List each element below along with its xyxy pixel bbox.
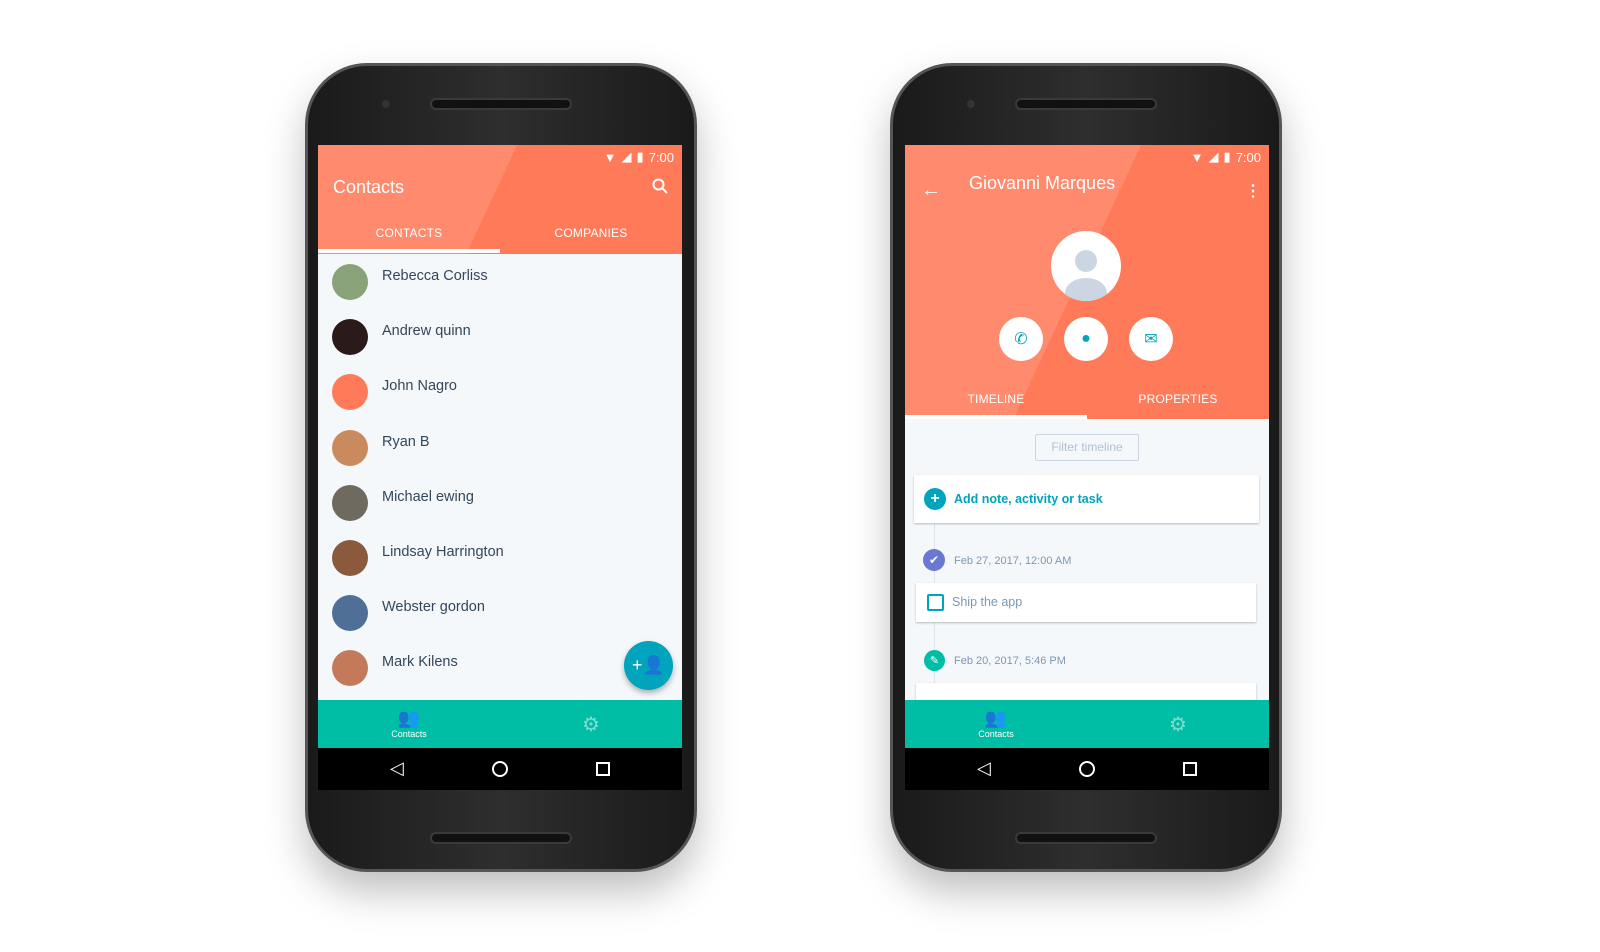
add-person-icon: +👤	[632, 655, 665, 675]
contact-row[interactable]: Andrew quinn	[318, 309, 682, 364]
settings-gears-icon[interactable]: ⚙	[500, 712, 682, 737]
contact-row[interactable]: John Nagro	[318, 364, 682, 419]
avatar	[332, 264, 368, 300]
camera	[382, 100, 390, 108]
task-title: Ship the app	[952, 595, 1023, 609]
timeline-date: Feb 27, 2017, 12:00 AM	[954, 555, 1072, 567]
nav-contacts[interactable]: 👥 Contacts	[318, 708, 500, 739]
bottom-nav: 👥 Contacts ⚙	[318, 700, 682, 748]
people-icon: 👥	[397, 708, 421, 728]
signal-icon: ◢	[1208, 149, 1219, 164]
battery-icon: ▮	[636, 149, 644, 164]
nav-contacts-label: Contacts	[978, 729, 1014, 739]
contact-name: Webster gordon	[382, 599, 485, 616]
speaker	[430, 832, 572, 844]
tab-indicator	[318, 249, 500, 253]
tab-indicator	[905, 415, 1087, 419]
tab-contacts[interactable]: CONTACTS	[318, 226, 500, 240]
speaker	[430, 98, 572, 110]
task-complete-icon: ✔	[923, 549, 945, 571]
wifi-icon: ▼	[1190, 149, 1204, 165]
avatar	[332, 540, 368, 576]
timeline-date: Feb 20, 2017, 5:46 PM	[954, 655, 1066, 667]
camera	[967, 100, 975, 108]
contacts-screen: ▼ ◢ ▮ 7:00 Contacts CONTACTS COMPANIES Rebe…	[318, 145, 682, 790]
contact-row[interactable]: Michael ewing	[318, 475, 682, 530]
tab-companies[interactable]: COMPANIES	[500, 226, 682, 240]
add-contact-fab[interactable]: +👤	[624, 641, 673, 690]
back-arrow-icon[interactable]: ←	[921, 179, 941, 202]
home-icon[interactable]	[492, 761, 508, 777]
contact-row[interactable]: Lindsay Harrington	[318, 530, 682, 585]
back-icon[interactable]: ◁	[390, 758, 404, 779]
chat-bubble-icon: ●	[1081, 330, 1091, 347]
system-nav: ◁	[318, 748, 682, 790]
avatar	[332, 650, 368, 687]
contact-name: Lindsay Harrington	[382, 544, 504, 560]
tab-timeline[interactable]: TIMELINE	[905, 392, 1087, 406]
envelope-icon: ✉	[1144, 331, 1158, 348]
avatar	[332, 374, 368, 411]
contact-name: Ryan B	[382, 433, 430, 450]
home-icon[interactable]	[1079, 761, 1095, 777]
pencil-icon: ✎	[924, 650, 945, 671]
tab-properties[interactable]: PROPERTIES	[1087, 392, 1269, 406]
message-button[interactable]: ●	[1064, 317, 1108, 361]
wifi-icon: ▼	[603, 149, 617, 165]
person-placeholder-icon	[1065, 250, 1107, 301]
contact-name: Andrew quinn	[382, 323, 471, 340]
contact-row[interactable]: Webster gordon	[318, 585, 682, 640]
speaker	[1015, 832, 1157, 844]
contact-name: Mark Kilens	[382, 654, 458, 671]
avatar	[332, 319, 368, 356]
avatar	[332, 484, 368, 521]
more-menu-icon[interactable]: ⋮	[1245, 181, 1261, 201]
signal-icon: ◢	[621, 149, 632, 164]
contact-name: Michael ewing	[382, 488, 474, 505]
nav-contacts-label: Contacts	[391, 729, 427, 739]
contact-detail-screen: ▼ ◢ ▮ 7:00 ← Giovanni Marques ⋮ ✆ ● ✉ TIMEL…	[905, 145, 1269, 790]
bottom-nav: 👥 Contacts ⚙	[905, 700, 1269, 748]
avatar	[332, 595, 368, 632]
recents-icon[interactable]	[1183, 762, 1197, 776]
battery-icon: ▮	[1223, 149, 1231, 164]
search-icon[interactable]	[652, 178, 668, 194]
email-button[interactable]: ✉	[1129, 317, 1173, 361]
avatar	[332, 429, 368, 466]
nav-contacts[interactable]: 👥 Contacts	[905, 708, 1087, 739]
contact-name: Giovanni Marques	[969, 173, 1116, 193]
recents-icon[interactable]	[596, 762, 610, 776]
contact-name: Rebecca Corliss	[382, 268, 488, 284]
phone-icon: ✆	[1014, 331, 1028, 348]
back-icon[interactable]: ◁	[977, 758, 991, 779]
task-checkbox[interactable]	[927, 594, 944, 611]
plus-icon: +	[924, 488, 946, 510]
contact-row[interactable]: Rebecca Corliss	[318, 254, 682, 309]
call-button[interactable]: ✆	[999, 317, 1043, 361]
page-title: Contacts	[333, 177, 405, 197]
system-nav: ◁	[905, 748, 1269, 790]
people-icon: 👥	[984, 708, 1008, 728]
app-header: ▼ ◢ ▮ 7:00 Contacts CONTACTS COMPANIES	[318, 145, 682, 254]
clock: 7:00	[648, 149, 674, 165]
filter-timeline-button[interactable]: Filter timeline	[1035, 434, 1139, 461]
add-activity-label: Add note, activity or task	[954, 492, 1103, 506]
contact-header: ▼ ◢ ▮ 7:00 ← Giovanni Marques ⋮ ✆ ● ✉ TIMEL…	[905, 145, 1269, 419]
status-bar: ▼ ◢ ▮ 7:00	[604, 149, 674, 165]
speaker	[1015, 98, 1157, 110]
contact-avatar	[1051, 231, 1121, 301]
settings-gears-icon[interactable]: ⚙	[1087, 712, 1269, 737]
clock: 7:00	[1235, 149, 1261, 165]
status-bar: ▼ ◢ ▮ 7:00	[1191, 149, 1261, 165]
add-activity-card[interactable]: + Add note, activity or task	[914, 475, 1259, 523]
contact-name: John Nagro	[382, 378, 457, 395]
task-card: Ship the app	[916, 583, 1256, 622]
contact-row[interactable]: Ryan B	[318, 420, 682, 475]
